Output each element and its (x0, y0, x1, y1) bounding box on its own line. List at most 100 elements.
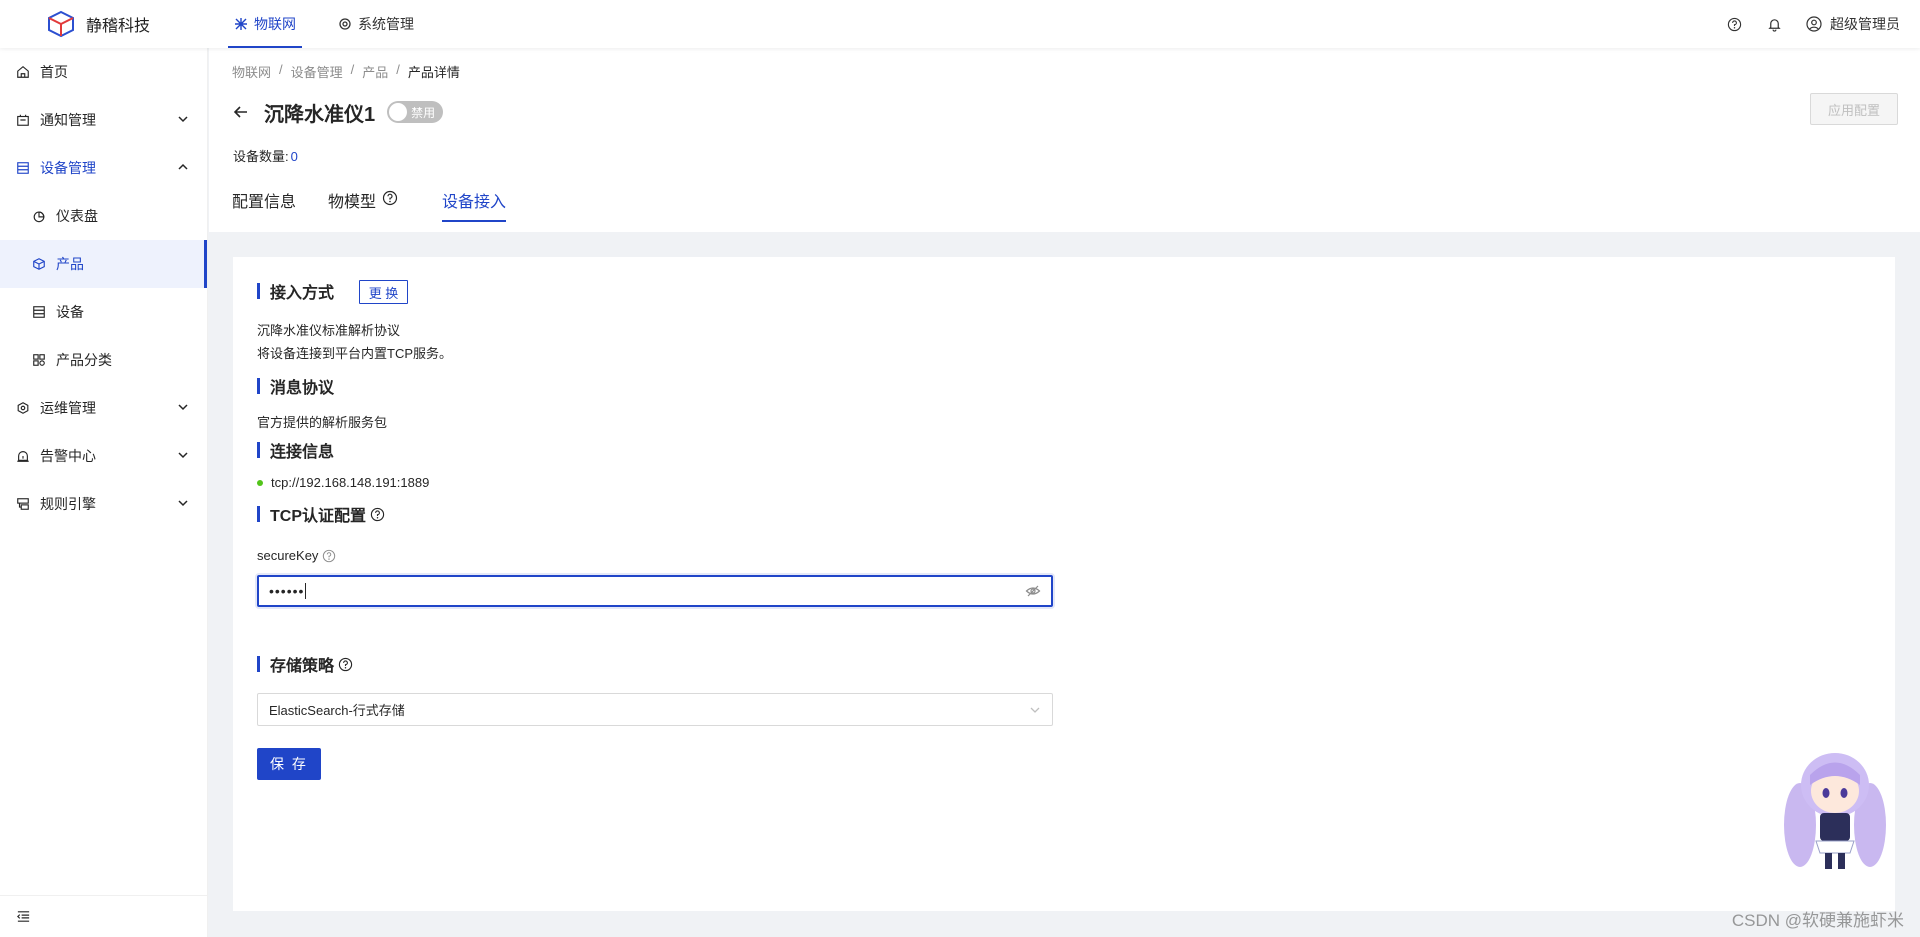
chevron-down-icon (178, 404, 188, 411)
section-title-storage: 存储策略 (257, 652, 353, 676)
title-row: 沉降水准仪1 禁用 (232, 96, 444, 128)
chevron-down-icon (1030, 707, 1040, 713)
chevron-down-icon (178, 116, 188, 123)
connection-address: tcp://192.168.148.191:1889 (257, 475, 429, 490)
status-dot (257, 479, 263, 486)
secure-key-label: secureKey (257, 548, 336, 563)
device-count: 设备数量: 0 (233, 146, 298, 165)
notice-icon (15, 112, 31, 128)
section-title-text: 存储策略 (270, 658, 335, 675)
connection-address-text: tcp://192.168.148.191:1889 (271, 475, 430, 490)
section-title-text: TCP认证配置 (270, 508, 367, 525)
watermark: CSDN @软硬兼施虾米 (1731, 911, 1904, 930)
menu-fold-icon (17, 911, 30, 922)
top-nav: 物联网 系统管理 (228, 0, 450, 48)
alarm-icon (15, 448, 31, 464)
sidebar-item-label: 告警中心 (40, 448, 96, 464)
breadcrumb-item[interactable]: 产品 (362, 62, 388, 81)
settings-icon (339, 18, 351, 30)
eye-invisible-icon[interactable] (1025, 583, 1041, 599)
tab-label: 配置信息 (232, 194, 297, 211)
secure-key-input[interactable]: •••••• (257, 575, 1053, 607)
back-arrow-icon[interactable] (232, 103, 250, 121)
breadcrumb-separator: / (396, 62, 400, 77)
sidebar-item-product[interactable]: 产品 (0, 240, 207, 288)
sidebar-item-home[interactable]: 首页 (0, 48, 207, 96)
topnav-system[interactable]: 系统管理 (332, 0, 420, 48)
tab-label: 设备接入 (442, 194, 507, 211)
switch-label: 禁用 (411, 106, 436, 120)
sidebar-item-ops[interactable]: 运维管理 (0, 384, 207, 432)
sidebar-item-rule[interactable]: 规则引擎 (0, 480, 207, 528)
question-icon[interactable] (322, 549, 336, 563)
sidebar-item-label: 通知管理 (40, 112, 96, 128)
text-cursor (305, 583, 307, 599)
sidebar-item-label: 产品 (56, 256, 84, 272)
breadcrumb-current: 产品详情 (407, 65, 460, 80)
sidebar-item-label: 设备 (56, 304, 84, 320)
breadcrumb-separator: / (350, 62, 355, 77)
home-icon (15, 64, 31, 80)
chevron-down-icon (178, 500, 188, 507)
topnav-iot[interactable]: 物联网 (228, 0, 302, 48)
rule-icon (15, 496, 31, 512)
sidebar-item-label: 首页 (40, 64, 68, 80)
device-access-card: 接入方式 更 换 沉降水准仪标准解析协议 将设备连接到平台内置TCP服务。 消息… (233, 257, 1895, 911)
change-button[interactable]: 更 换 (359, 280, 408, 304)
logo-icon (48, 10, 74, 38)
tab-device-access[interactable]: 设备接入 (442, 188, 507, 232)
breadcrumb: 物联网 / 设备管理 / 产品 / 产品详情 (232, 62, 460, 81)
section-title-access: 接入方式 (257, 279, 334, 303)
section-title-text: 接入方式 (270, 285, 335, 302)
user-name: 超级管理员 (1830, 16, 1900, 32)
protocol-name: 沉降水准仪标准解析协议 (257, 323, 401, 338)
question-icon[interactable] (382, 190, 398, 206)
device-list-icon (31, 304, 47, 320)
help-icon[interactable] (1726, 16, 1742, 32)
mascot-image (1784, 753, 1886, 869)
page-header: 物联网 / 设备管理 / 产品 / 产品详情 沉降水准仪1 禁用 应用配置 设备数量:… (209, 48, 1920, 232)
tab-thing-model[interactable]: 物模型 (328, 188, 398, 232)
sidebar-item-label: 仪表盘 (56, 208, 98, 224)
sidebar-item-category[interactable]: 产品分类 (0, 336, 207, 384)
section-title-tcp-auth: TCP认证配置 (257, 502, 385, 526)
topnav-iot-label: 物联网 (254, 16, 296, 32)
sidebar-item-dashboard[interactable]: 仪表盘 (0, 192, 207, 240)
save-button[interactable]: 保 存 (257, 748, 321, 780)
status-switch[interactable]: 禁用 (387, 101, 444, 123)
user-menu[interactable]: 超级管理员 (1806, 14, 1900, 34)
message-description: 官方提供的解析服务包 (257, 415, 388, 430)
tabs: 配置信息 物模型 设备接入 (232, 188, 538, 232)
chevron-down-icon (178, 452, 188, 459)
tab-config-info[interactable]: 配置信息 (232, 188, 296, 232)
category-icon (31, 352, 47, 368)
top-right-tools: 超级管理员 (1726, 14, 1920, 34)
sidebar-item-devices[interactable]: 设备 (0, 288, 207, 336)
sidebar-item-label: 设备管理 (40, 160, 96, 176)
protocol-description: 将设备连接到平台内置TCP服务。 (257, 346, 453, 361)
device-icon (15, 160, 31, 176)
collapse-sidebar-button[interactable] (0, 895, 207, 937)
ops-icon (15, 400, 31, 416)
brand-name: 静稽科技 (86, 18, 151, 35)
secure-key-value: •••••• (269, 583, 305, 599)
logo[interactable]: 静稽科技 (0, 0, 208, 48)
iot-icon (235, 18, 247, 30)
switch-knob (389, 103, 408, 121)
breadcrumb-item[interactable]: 物联网 (232, 62, 271, 81)
breadcrumb-item[interactable]: 设备管理 (291, 62, 343, 81)
question-icon[interactable] (370, 507, 385, 522)
section-title-connection: 连接信息 (257, 438, 334, 462)
storage-policy-select[interactable]: ElasticSearch-行式存储 (257, 693, 1053, 726)
sidebar-item-notice[interactable]: 通知管理 (0, 96, 207, 144)
section-title-text: 消息协议 (270, 380, 335, 397)
device-count-value[interactable]: 0 (291, 149, 298, 164)
bell-icon[interactable] (1766, 16, 1782, 32)
tab-label: 物模型 (328, 194, 377, 211)
sidebar-item-alarm[interactable]: 告警中心 (0, 432, 207, 480)
apply-config-button[interactable]: 应用配置 (1810, 93, 1898, 125)
sidebar-item-device-mgmt[interactable]: 设备管理 (0, 144, 207, 192)
sidebar-item-label: 规则引擎 (40, 496, 96, 512)
question-icon[interactable] (338, 657, 353, 672)
topnav-system-label: 系统管理 (358, 16, 414, 32)
